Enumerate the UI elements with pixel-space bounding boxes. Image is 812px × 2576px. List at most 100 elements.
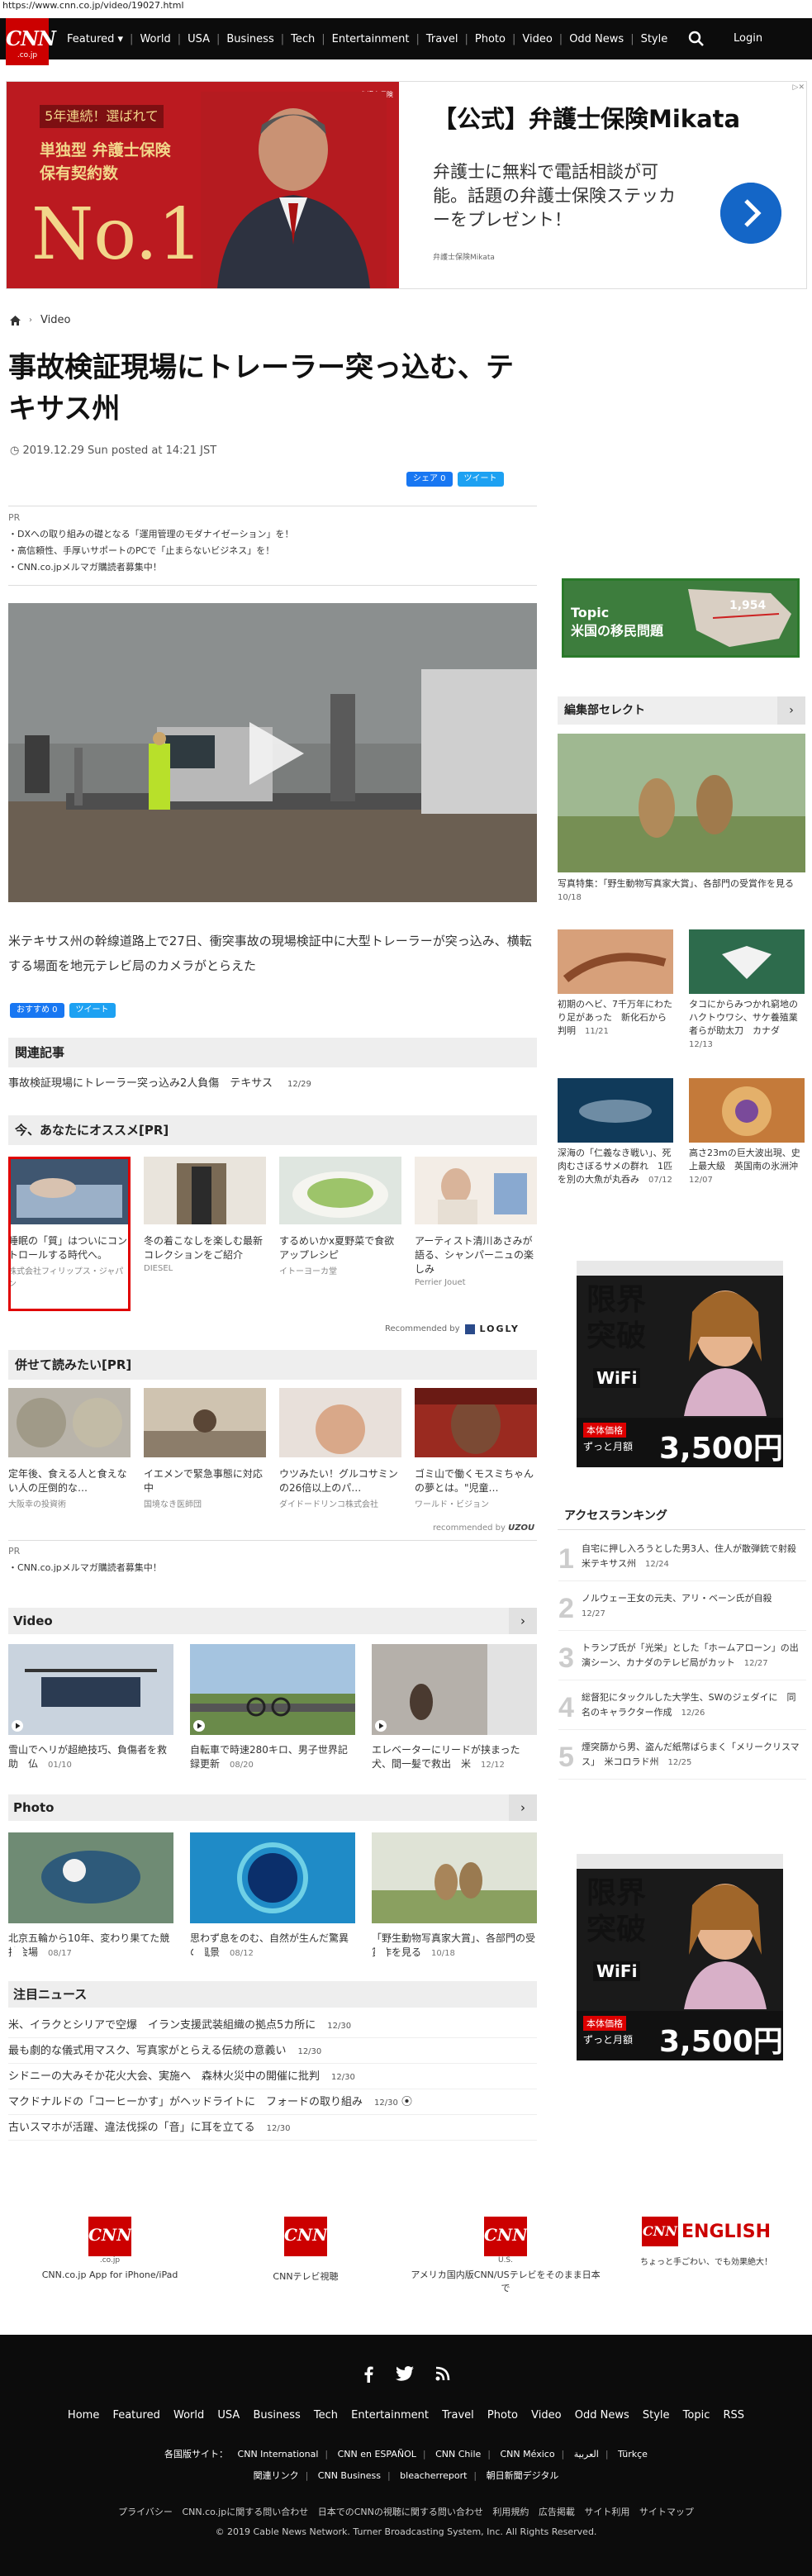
ad-copy[interactable]: 【公式】弁護士保険Mikata 弁護士に無料で電話相談が可能。話題の弁護士保険ス… xyxy=(401,82,806,288)
footer-nav-topic[interactable]: Topic xyxy=(683,2409,710,2422)
news-title[interactable]: 米、イラクとシリアで空爆 イラン支援武装組織の拠点5カ所に xyxy=(8,2019,316,2032)
app-label[interactable]: CNN.co.jp App for iPhone/iPad xyxy=(31,2269,188,2280)
also-read-title[interactable]: イエメンで緊急事態に対応中 xyxy=(144,1467,266,1495)
uzou-logo[interactable]: UZOU xyxy=(508,1523,534,1533)
footer-nav-tech[interactable]: Tech xyxy=(314,2409,338,2422)
legal-tv-contact[interactable]: 日本でのCNNの視聴に関する問い合わせ xyxy=(318,2507,483,2517)
facebook-icon[interactable] xyxy=(363,2366,374,2383)
video-card-title[interactable]: 自転車で時速280キロ、男子世界記録更新 xyxy=(190,1744,348,1770)
footer-nav-odd-news[interactable]: Odd News xyxy=(575,2409,629,2422)
legal-sitemap[interactable]: サイトマップ xyxy=(639,2507,694,2517)
logly-logo[interactable]: LOGLY xyxy=(480,1324,520,1334)
editor-item-title[interactable]: 高さ23mの巨大波出現、史上最大級 英国南の氷洲沖 xyxy=(689,1148,800,1172)
footer-nav-world[interactable]: World xyxy=(173,2409,204,2422)
footer-nav-rss[interactable]: RSS xyxy=(724,2409,745,2422)
editor-main-title[interactable]: 写真特集：「野生動物写真家大賞」、各部門の受賞作を見る xyxy=(558,878,794,889)
nav-featured[interactable]: Featured ▾ xyxy=(60,33,130,45)
nav-entertainment[interactable]: Entertainment xyxy=(325,33,416,45)
news-item[interactable]: 古いスマホが活躍、違法伐採の「音」に耳を立てる 12/30 xyxy=(8,2115,537,2141)
also-read-item[interactable]: ウツみたい！グルコサミンの26倍以上のパ… ダイドードリンコ株式会社 xyxy=(279,1388,401,1509)
nav-usa[interactable]: USA xyxy=(181,33,216,45)
edition-international[interactable]: CNN International xyxy=(238,2449,319,2460)
ranking-item[interactable]: 1 自宅に押し入ろうとした男3人、住人が散弾銃で射殺 米テキサス州 12/24 xyxy=(558,1538,806,1581)
photo-card[interactable]: 「野生動物写真家大賞」、各部門の受賞作を見る 10/18 xyxy=(372,1832,537,1961)
also-read-title[interactable]: 定年後、食える人と食えない人の圧倒的な… xyxy=(8,1467,131,1495)
related-item[interactable]: 事故検証現場にトレーラー突っ込み2人負傷 テキサス 12/29 xyxy=(8,1074,311,1090)
rank-title[interactable]: ノルウェー王女の元夫、アリ・ベーン氏が自殺 xyxy=(582,1593,772,1604)
app-label[interactable]: CNNテレビ視聴 xyxy=(231,2269,380,2283)
video-section-heading[interactable]: Video › xyxy=(8,1608,537,1634)
twitter-tweet-button[interactable]: ツイート xyxy=(457,472,504,487)
edition-mexico[interactable]: CNN México xyxy=(501,2449,555,2460)
editor-item-image[interactable] xyxy=(689,929,805,994)
nav-business[interactable]: Business xyxy=(220,33,280,45)
recommend-item[interactable]: するめいかx夏野菜で食欲アップレシピ イトーヨーカ堂 xyxy=(279,1157,401,1276)
news-title[interactable]: 最も劇的な儀式用マスク、写真家がとらえる伝統の意義い xyxy=(8,2045,286,2057)
also-read-item[interactable]: ゴミ山で働くモスミちゃんの夢とは。"児童… ワールド・ビジョン xyxy=(415,1388,537,1509)
legal-contact[interactable]: CNN.co.jpに関する問い合わせ xyxy=(182,2507,308,2517)
app-label[interactable]: ちょっと手ごわい、でも効果絶大！ xyxy=(632,2255,781,2267)
link-bleacherreport[interactable]: bleacherreport xyxy=(400,2470,467,2481)
pr-link-2[interactable]: ・高信頼性、手厚いサポートのPCで「止まらないビジネス」を！ xyxy=(8,543,537,559)
nav-odd-news[interactable]: Odd News xyxy=(563,33,630,45)
nav-photo[interactable]: Photo xyxy=(468,33,512,45)
rank-title[interactable]: 自宅に押し入ろうとした男3人、住人が散弾銃で射殺 米テキサス州 xyxy=(582,1543,805,1569)
footer-nav-style[interactable]: Style xyxy=(643,2409,670,2422)
recommend-title[interactable]: するめいかx夏野菜で食欲アップレシピ xyxy=(279,1234,401,1262)
news-item[interactable]: シドニーの大みそか花火大会、実施へ 森林火災中の開催に批判 12/30 xyxy=(8,2064,537,2089)
editor-item-title[interactable]: タコにからみつかれ窮地のハクトウワシ、サケ養殖業者らが助太刀 カナダ xyxy=(689,999,798,1036)
facebook-share-button[interactable]: シェア 0 xyxy=(406,472,453,487)
topic-title[interactable]: 米国の移民問題 xyxy=(571,623,663,639)
also-read-title[interactable]: ゴミ山で働くモスミちゃんの夢とは。"児童… xyxy=(415,1467,537,1495)
login-button[interactable]: Login xyxy=(724,30,772,48)
ad-choices-icon[interactable]: ▷✕ xyxy=(793,83,805,92)
ranking-item[interactable]: 3 トランプ氏が「光栄」とした「ホームアローン」の出演シーン、カナダのテレビ局がカ… xyxy=(558,1637,806,1680)
footer-nav-business[interactable]: Business xyxy=(253,2409,300,2422)
legal-privacy[interactable]: プライバシー xyxy=(118,2507,173,2517)
photo-card[interactable]: 思わず息をのむ、自然が生んだ驚異の風景 08/12 xyxy=(190,1832,355,1961)
edition-arabic[interactable]: العربية xyxy=(574,2449,599,2460)
video-card[interactable]: 雪山でヘリが超絶技巧、負傷者を救助 仏 01/10 xyxy=(8,1644,173,1772)
legal-site-use[interactable]: サイト利用 xyxy=(584,2507,629,2517)
footer-nav-home[interactable]: Home xyxy=(68,2409,99,2422)
news-item[interactable]: 最も劇的な儀式用マスク、写真家がとらえる伝統の意義い 12/30 xyxy=(8,2038,537,2064)
ranking-item[interactable]: 5 煙突篩から男、盗んだ紙幣ばらまく「メリークリスマス」 米コロラド州 12/25 xyxy=(558,1737,806,1780)
also-read-item[interactable]: イエメンで緊急事態に対応中 国境なき医師団 xyxy=(144,1388,266,1509)
search-icon[interactable] xyxy=(686,28,707,50)
footer-nav-travel[interactable]: Travel xyxy=(442,2409,474,2422)
app-cnn-tv[interactable]: CNN CNNテレビ視聴 xyxy=(231,2217,380,2283)
facebook-recommend-button[interactable]: おすすめ 0 xyxy=(10,1003,64,1018)
ad-headline[interactable]: 【公式】弁護士保険Mikata xyxy=(433,100,740,135)
chevron-right-icon[interactable]: › xyxy=(777,696,805,725)
video-player[interactable] xyxy=(8,603,537,902)
photo-card-title[interactable]: 北京五輪から10年、変わり果てた競技会場 xyxy=(8,1932,169,1958)
link-asahi[interactable]: 朝日新聞デジタル xyxy=(487,2470,559,2481)
pr-link-newsletter[interactable]: ・CNN.co.jpメルマガ購読者募集中！ xyxy=(8,1560,537,1576)
photo-card[interactable]: 北京五輪から10年、変わり果てた競技会場 08/17 xyxy=(8,1832,173,1961)
nav-style[interactable]: Style xyxy=(634,33,675,45)
topic-banner[interactable]: Topic 米国の移民問題 1,954 xyxy=(562,578,800,658)
breadcrumb-video[interactable]: Video xyxy=(40,314,70,326)
related-title[interactable]: 事故検証現場にトレーラー突っ込み2人負傷 テキサス xyxy=(8,1077,273,1090)
editor-main-caption[interactable]: 写真特集：「野生動物写真家大賞」、各部門の受賞作を見る 10/18 xyxy=(558,877,805,905)
editor-main-image[interactable] xyxy=(558,734,805,872)
recommend-item[interactable]: アーティスト清川あさみが語る、シャンパーニュの楽しみ Perrier Jouet xyxy=(415,1157,537,1287)
footer-nav-featured[interactable]: Featured xyxy=(112,2409,159,2422)
news-item[interactable]: 米、イラクとシリアで空爆 イラン支援武装組織の拠点5カ所に 12/30 xyxy=(8,2013,537,2038)
sidebar-ad-2[interactable]: 限界 突破 WiFi 本体価格 ずっと月額 3,500円 xyxy=(577,1854,783,2060)
footer-nav-video[interactable]: Video xyxy=(531,2409,561,2422)
recommend-item[interactable]: 冬の着こなしを楽しむ最新コレクションをご紹介 DIESEL xyxy=(144,1157,266,1273)
ranking-item[interactable]: 4 総督犯にタックルした大学生、SWのジェダイに 同名のキャラクター作成 12/2… xyxy=(558,1687,806,1730)
pr-link-1[interactable]: ・DXへの取り組みの礎となる「運用管理のモダナイゼーション」を！ xyxy=(8,526,537,543)
app-cnn-us[interactable]: CNN U.S. アメリカ国内版CNN/USテレビをそのまま日本で xyxy=(406,2217,605,2294)
legal-terms[interactable]: 利用規約 xyxy=(492,2507,529,2517)
sidebar-ad-1[interactable]: 限界 突破 WiFi 本体価格 ずっと月額 3,500円 xyxy=(577,1261,783,1467)
pr-link-3[interactable]: ・CNN.co.jpメルマガ購読者募集中！ xyxy=(8,559,537,576)
video-card-title[interactable]: 雪山でヘリが超絶技巧、負傷者を救助 仏 xyxy=(8,1744,167,1770)
also-read-title[interactable]: ウツみたい！グルコサミンの26倍以上のパ… xyxy=(279,1467,401,1495)
legal-advertise[interactable]: 広告掲載 xyxy=(539,2507,575,2517)
chevron-right-icon[interactable]: › xyxy=(509,1794,537,1821)
photo-section-heading[interactable]: Photo › xyxy=(8,1794,537,1821)
editor-item-caption[interactable]: 初期のヘビ、7千万年にわたり足があった 新化石から判明 11/21 xyxy=(558,998,673,1038)
ranking-item[interactable]: 2 ノルウェー王女の元夫、アリ・ベーン氏が自殺 12/27 xyxy=(558,1588,806,1631)
